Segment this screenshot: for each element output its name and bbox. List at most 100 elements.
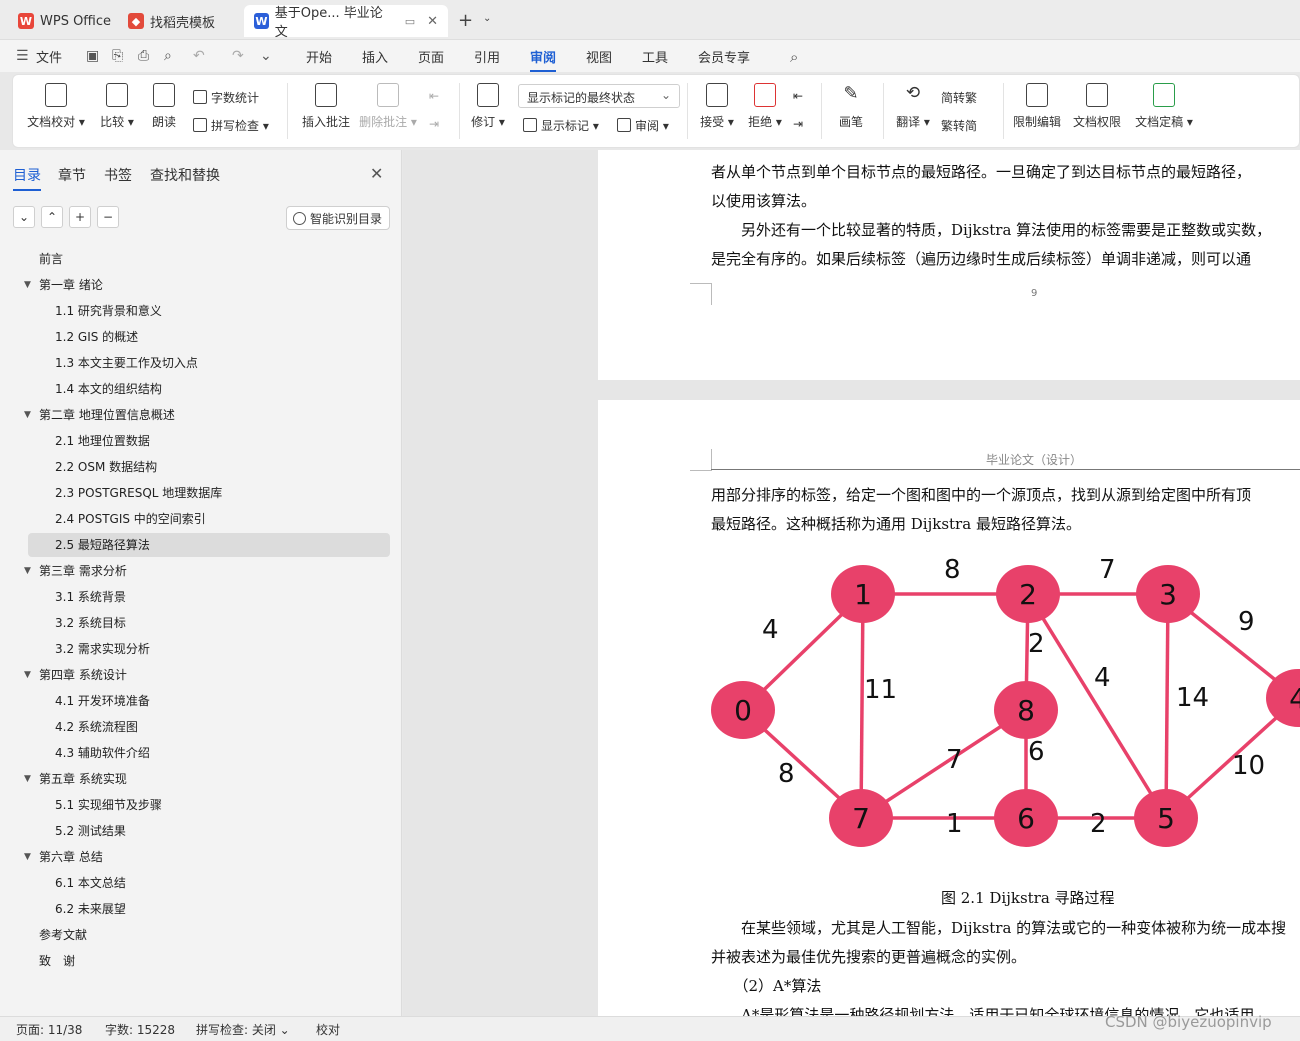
toc-item[interactable]: 4.3 辅助软件介绍 — [55, 742, 150, 764]
show-markup-button[interactable]: 显示标记 ▾ — [523, 117, 599, 134]
toc-item[interactable]: 1.4 本文的组织结构 — [55, 378, 162, 400]
proof-indicator[interactable]: 校对 — [316, 1021, 340, 1038]
toc-item[interactable]: 致 谢 — [39, 950, 75, 972]
window-icon[interactable]: ▭ — [405, 15, 415, 28]
review-pane-button[interactable]: 审阅 ▾ — [617, 117, 669, 134]
spell-check-indicator[interactable]: 拼写检查: 关闭 ⌄ — [196, 1021, 290, 1038]
menu-insert[interactable]: 插入 — [362, 47, 388, 66]
expand-toggle-icon[interactable]: ▼ — [24, 560, 31, 582]
expand-toggle-icon[interactable]: ▼ — [24, 664, 31, 686]
next-comment-icon[interactable]: ⇥ — [429, 117, 439, 131]
word-count-indicator[interactable]: 字数: 15228 — [105, 1021, 175, 1038]
remove-heading-button[interactable]: − — [97, 206, 119, 228]
tab-find-replace[interactable]: 查找和替换 — [150, 165, 220, 185]
insert-comment-button[interactable]: 插入批注 — [297, 83, 355, 130]
word-count-button[interactable]: 字数统计 — [193, 89, 259, 106]
toc-item[interactable]: ▼ 第二章 地理位置信息概述 — [24, 404, 175, 426]
document-page[interactable]: 者从单个节点到单个目标节点的最短路径。一旦确定了到达目标节点的最短路径， 以使用… — [598, 150, 1300, 380]
expand-toggle-icon[interactable]: ▼ — [24, 274, 31, 296]
menu-reference[interactable]: 引用 — [474, 47, 500, 66]
delete-comment-button[interactable]: 删除批注 ▾ — [357, 83, 419, 130]
expand-all-button[interactable]: ⌄ — [13, 206, 35, 228]
toc-item[interactable]: 5.1 实现细节及步骤 — [55, 794, 162, 816]
toc-item[interactable]: 3.1 系统背景 — [55, 586, 126, 608]
print-icon[interactable]: ⎙ — [138, 48, 149, 64]
redo-icon[interactable]: ↷ — [232, 48, 244, 64]
toc-item[interactable]: 前言 — [39, 248, 63, 270]
doc-permission-button[interactable]: 文档权限 — [1069, 83, 1125, 130]
expand-toggle-icon[interactable]: ▼ — [24, 846, 31, 868]
undo-icon[interactable]: ↶ — [193, 48, 205, 64]
read-aloud-button[interactable]: 朗读 — [139, 83, 189, 130]
print-preview-icon[interactable]: ⌕ — [164, 48, 172, 64]
toc-item[interactable]: ▼ 第一章 绪论 — [24, 274, 103, 296]
toc-item[interactable]: ▼ 第六章 总结 — [24, 846, 103, 868]
prev-change-icon[interactable]: ⇤ — [793, 89, 803, 103]
expand-toggle-icon[interactable]: ▼ — [24, 404, 31, 426]
to-traditional-button[interactable]: 简转繁 — [941, 89, 977, 106]
toc-item[interactable]: 2.3 POSTGRESQL 地理数据库 — [55, 482, 222, 504]
to-simplified-button[interactable]: 繁转简 — [941, 117, 977, 134]
spell-check-button[interactable]: 拼写检查 ▾ — [193, 117, 269, 134]
compare-button[interactable]: 比较 ▾ — [89, 83, 145, 130]
pen-button[interactable]: ✎ 画笔 — [829, 83, 873, 130]
markup-state-select[interactable]: 显示标记的最终状态 ⌄ — [518, 84, 680, 108]
restrict-edit-button[interactable]: 限制编辑 — [1009, 83, 1065, 130]
new-tab-icon[interactable]: + — [458, 10, 473, 31]
close-icon[interactable]: ✕ — [370, 164, 383, 183]
toc-item[interactable]: 5.2 测试结果 — [55, 820, 126, 842]
tab-toc[interactable]: 目录 — [13, 165, 41, 191]
toc-item[interactable]: 4.2 系统流程图 — [55, 716, 138, 738]
toc-item[interactable]: 2.1 地理位置数据 — [55, 430, 150, 452]
toc-item[interactable]: 2.4 POSTGIS 中的空间索引 — [55, 508, 206, 530]
add-heading-button[interactable]: + — [69, 206, 91, 228]
toc-item[interactable]: 3.2 系统目标 — [55, 612, 126, 634]
toc-item[interactable]: ▼ 第五章 系统实现 — [24, 768, 127, 790]
search-icon[interactable]: ⌕ — [790, 48, 798, 66]
toc-item[interactable]: 1.1 研究背景和意义 — [55, 300, 162, 322]
page-indicator[interactable]: 页面: 11/38 — [16, 1021, 82, 1038]
toc-item[interactable]: 2.5 最短路径算法 — [55, 534, 150, 556]
toc-item[interactable]: 2.2 OSM 数据结构 — [55, 456, 157, 478]
reject-button[interactable]: 拒绝 ▾ — [743, 83, 787, 130]
toc-item[interactable]: 参考文献 — [39, 924, 87, 946]
menu-page[interactable]: 页面 — [418, 47, 444, 66]
toc-item[interactable]: 1.3 本文主要工作及切入点 — [55, 352, 198, 374]
tab-sections[interactable]: 章节 — [58, 165, 86, 185]
toc-item[interactable]: 1.2 GIS 的概述 — [55, 326, 138, 348]
toc-item[interactable]: 6.1 本文总结 — [55, 872, 126, 894]
proofread-button[interactable]: 文档校对 ▾ — [23, 83, 89, 130]
save-icon[interactable]: ▣ — [86, 48, 99, 64]
accept-button[interactable]: 接受 ▾ — [695, 83, 739, 130]
tab-document[interactable]: W 基于Ope... 毕业论文 ▭ ✕ — [244, 5, 448, 40]
tab-bookmarks[interactable]: 书签 — [104, 165, 132, 185]
chevron-down-icon[interactable]: ⌄ — [483, 13, 491, 24]
expand-toggle-icon[interactable]: ▼ — [24, 768, 31, 790]
toc-item[interactable]: ▼ 第四章 系统设计 — [24, 664, 127, 686]
menu-tools[interactable]: 工具 — [642, 47, 668, 66]
export-icon[interactable]: ⎘ — [112, 48, 123, 64]
menu-member[interactable]: 会员专享 — [698, 47, 750, 66]
menu-review[interactable]: 审阅 — [530, 47, 557, 72]
tab-docer[interactable]: ◆ 找稻壳模板 — [118, 5, 225, 37]
document-page[interactable]: 毕业论文（设计） 用部分排序的标签，给定一个图和图中的一个源顶点，找到从源到给定… — [598, 400, 1300, 1016]
menu-file[interactable]: 文件 — [36, 47, 62, 66]
toc-item[interactable]: 3.2 需求实现分析 — [55, 638, 150, 660]
document-area: 者从单个节点到单个目标节点的最短路径。一旦确定了到达目标节点的最短路径， 以使用… — [403, 150, 1300, 1016]
translate-button[interactable]: ⟲ 翻译 ▾ — [889, 83, 937, 130]
toc-item[interactable]: 4.1 开发环境准备 — [55, 690, 150, 712]
hamburger-menu-icon[interactable]: ☰ — [16, 48, 29, 64]
track-changes-button[interactable]: 修订 ▾ — [467, 83, 509, 130]
smart-toc-button[interactable]: 智能识别目录 — [286, 206, 390, 230]
toc-item[interactable]: 6.2 未来展望 — [55, 898, 126, 920]
prev-comment-icon[interactable]: ⇤ — [429, 89, 439, 103]
next-change-icon[interactable]: ⇥ — [793, 117, 803, 131]
chevron-down-icon[interactable]: ⌄ — [260, 48, 272, 64]
finalize-button[interactable]: 文档定稿 ▾ — [1129, 83, 1199, 130]
tab-wps-office[interactable]: W WPS Office — [8, 5, 121, 37]
collapse-all-button[interactable]: ⌃ — [41, 206, 63, 228]
menu-view[interactable]: 视图 — [586, 47, 612, 66]
menu-home[interactable]: 开始 — [306, 47, 332, 66]
toc-item[interactable]: ▼ 第三章 需求分析 — [24, 560, 127, 582]
close-tab-icon[interactable]: ✕ — [427, 14, 438, 29]
